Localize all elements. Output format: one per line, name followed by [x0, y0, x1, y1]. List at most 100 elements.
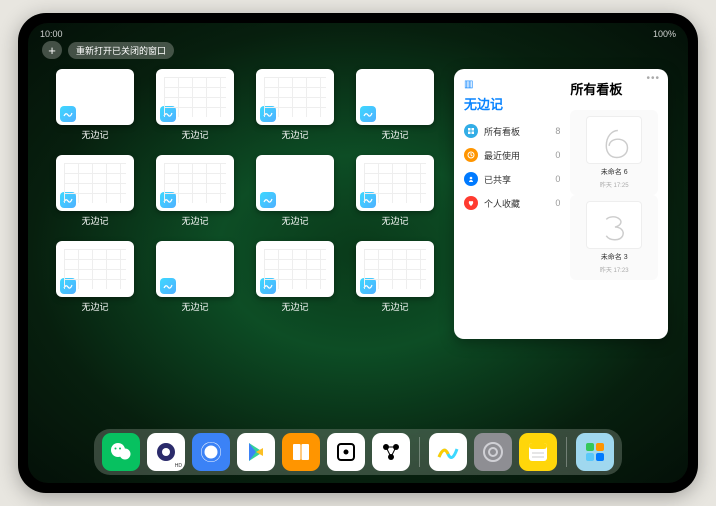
window-thumbnail[interactable]: 无边记	[256, 241, 334, 319]
window-thumbnail[interactable]: 无边记	[356, 69, 434, 147]
window-thumbnail[interactable]: 无边记	[56, 241, 134, 319]
window-label: 无边记	[381, 128, 408, 141]
category-share[interactable]: 已共享 0	[464, 167, 560, 191]
dock-play-icon[interactable]	[237, 433, 275, 471]
window-preview	[56, 69, 134, 125]
new-window-button[interactable]: +	[42, 41, 62, 59]
window-label: 无边记	[281, 300, 308, 313]
board-subtitle: 昨天 17:25	[600, 180, 629, 189]
category-count: 0	[555, 174, 560, 184]
panel-right-title: 所有看板	[570, 79, 658, 98]
panel-sidebar: ▥ 无边记 所有看板 8 最近使用 0 已共享 0 个人收藏 0	[464, 79, 560, 331]
panel-content: 所有看板 未命名 6 昨天 17:25 未命名 3 昨天 17:23	[570, 79, 658, 331]
dock-separator	[419, 437, 420, 467]
status-bar: 10:00 100%	[28, 27, 688, 41]
window-thumbnail[interactable]: 无边记	[256, 155, 334, 233]
dock-notes-icon[interactable]	[519, 433, 557, 471]
window-thumbnail[interactable]: 无边记	[56, 69, 134, 147]
freeform-app-icon	[160, 278, 176, 294]
category-label: 已共享	[484, 173, 511, 186]
dock-nodes-icon[interactable]	[372, 433, 410, 471]
window-thumbnail[interactable]: 无边记	[156, 69, 234, 147]
category-grid[interactable]: 所有看板 8	[464, 119, 560, 143]
window-thumbnail[interactable]: 无边记	[356, 155, 434, 233]
freeform-app-icon	[60, 106, 76, 122]
board-card[interactable]: 未命名 3 昨天 17:23	[570, 195, 658, 280]
category-clock[interactable]: 最近使用 0	[464, 143, 560, 167]
reopen-closed-window-button[interactable]: 重新打开已关闭的窗口	[68, 42, 174, 59]
freeform-app-icon	[60, 192, 76, 208]
board-thumbnail	[586, 201, 642, 249]
sidebar-toggle-icon[interactable]: ▥	[464, 79, 560, 90]
window-preview	[356, 155, 434, 211]
freeform-main-window[interactable]: ••• ▥ 无边记 所有看板 8 最近使用 0 已共享 0 个人收藏 0 所有看板 未命名 6…	[454, 69, 668, 339]
window-preview	[356, 241, 434, 297]
freeform-app-icon	[60, 278, 76, 294]
status-battery: 100%	[653, 29, 676, 39]
window-preview	[156, 241, 234, 297]
window-label: 无边记	[81, 300, 108, 313]
dock-dice-icon[interactable]	[327, 433, 365, 471]
window-preview	[256, 155, 334, 211]
window-thumbnail[interactable]: 无边记	[56, 155, 134, 233]
freeform-app-icon	[360, 106, 376, 122]
screen: 10:00 100% + 重新打开已关闭的窗口 无边记无边记无边记无边记无边记无…	[28, 23, 688, 483]
category-label: 最近使用	[484, 149, 520, 162]
window-label: 无边记	[81, 128, 108, 141]
window-grid: 无边记无边记无边记无边记无边记无边记无边记无边记无边记无边记无边记无边记	[56, 69, 434, 423]
freeform-app-icon	[260, 278, 276, 294]
window-preview	[156, 155, 234, 211]
window-thumbnail[interactable]: 无边记	[256, 69, 334, 147]
window-preview	[56, 241, 134, 297]
board-card[interactable]: 未命名 6 昨天 17:25	[570, 110, 658, 195]
board-thumbnail	[586, 116, 642, 164]
ipad-frame: 10:00 100% + 重新打开已关闭的窗口 无边记无边记无边记无边记无边记无…	[18, 13, 698, 493]
window-preview	[156, 69, 234, 125]
window-preview	[256, 69, 334, 125]
window-thumbnail[interactable]: 无边记	[356, 241, 434, 319]
window-preview	[256, 241, 334, 297]
window-thumbnail[interactable]: 无边记	[156, 241, 234, 319]
freeform-app-icon	[360, 192, 376, 208]
board-label: 未命名 3	[601, 252, 628, 262]
window-label: 无边记	[281, 128, 308, 141]
window-preview	[356, 69, 434, 125]
board-label: 未命名 6	[601, 167, 628, 177]
window-label: 无边记	[381, 214, 408, 227]
window-thumbnail[interactable]: 无边记	[156, 155, 234, 233]
heart-icon	[464, 196, 478, 210]
window-label: 无边记	[181, 300, 208, 313]
freeform-app-icon	[260, 192, 276, 208]
dock-wechat-icon[interactable]	[102, 433, 140, 471]
window-preview	[56, 155, 134, 211]
freeform-app-icon	[360, 278, 376, 294]
more-icon[interactable]: •••	[646, 73, 660, 84]
grid-icon	[464, 124, 478, 138]
dock-qq-browser-icon[interactable]	[192, 433, 230, 471]
category-count: 8	[555, 126, 560, 136]
window-label: 无边记	[181, 128, 208, 141]
category-count: 0	[555, 150, 560, 160]
dock: HD	[94, 429, 622, 475]
category-heart[interactable]: 个人收藏 0	[464, 191, 560, 215]
category-label: 个人收藏	[484, 197, 520, 210]
window-label: 无边记	[181, 214, 208, 227]
window-label: 无边记	[381, 300, 408, 313]
dock-widgets-icon[interactable]	[576, 433, 614, 471]
clock-icon	[464, 148, 478, 162]
panel-left-title: 无边记	[464, 94, 560, 113]
freeform-app-icon	[160, 192, 176, 208]
dock-freeform-icon[interactable]	[429, 433, 467, 471]
share-icon	[464, 172, 478, 186]
window-label: 无边记	[81, 214, 108, 227]
status-time: 10:00	[40, 29, 63, 39]
freeform-app-icon	[160, 106, 176, 122]
category-count: 0	[555, 198, 560, 208]
dock-books-icon[interactable]	[282, 433, 320, 471]
category-label: 所有看板	[484, 125, 520, 138]
dock-settings-icon[interactable]	[474, 433, 512, 471]
window-label: 无边记	[281, 214, 308, 227]
dock-separator	[566, 437, 567, 467]
dock-quark-icon[interactable]: HD	[147, 433, 185, 471]
board-subtitle: 昨天 17:23	[600, 265, 629, 274]
